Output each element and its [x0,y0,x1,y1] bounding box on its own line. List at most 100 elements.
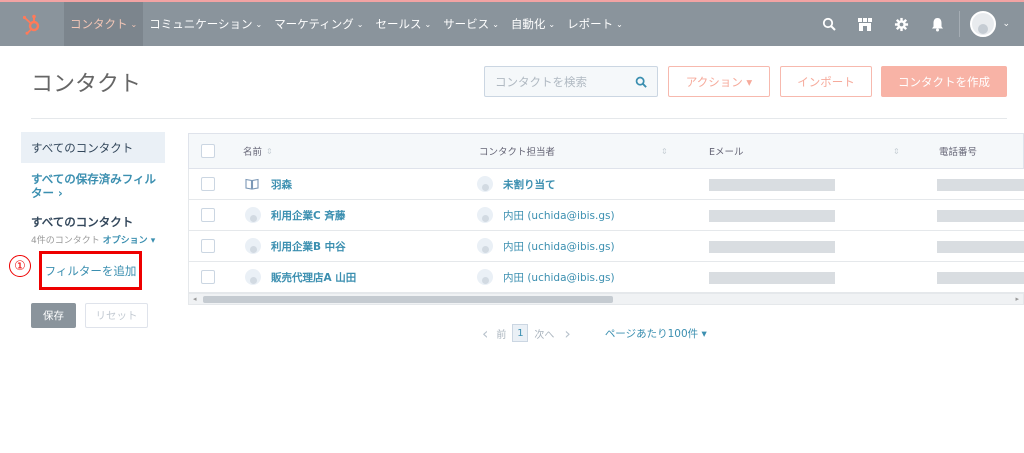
row-checkbox[interactable] [201,231,215,261]
current-page[interactable]: 1 [512,324,529,342]
checkbox-box [201,270,215,284]
nav-contacts[interactable]: コンタクト ⌄ [64,2,144,46]
prev-page-link[interactable]: 前 [496,326,506,341]
owner-link[interactable]: 未割り当て [503,177,556,192]
scroll-left-icon[interactable]: ◂ [193,294,197,305]
avatar-icon [245,238,261,254]
contact-count-row: 4件のコンタクト オプション ▾ [21,233,165,246]
owner-link[interactable]: 内田 (uchida@ibis.gs) [503,270,615,285]
chevron-down-icon: ⌄ [424,19,432,29]
sort-icon[interactable]: ⇕ [661,134,668,168]
contact-name-link[interactable]: 羽森 [271,177,292,192]
contact-name-link[interactable]: 販売代理店A 山田 [271,270,356,285]
redacted-phone [937,241,1024,253]
sort-icon[interactable]: ⇕ [893,134,900,168]
save-button[interactable]: 保存 [31,303,76,328]
contact-name-link[interactable]: 利用企業C 斉藤 [271,208,345,223]
add-filter-button[interactable]: フィルターを追加 [39,251,142,290]
contact-name-cell: 利用企業C 斉藤 [245,200,345,230]
row-checkbox[interactable] [201,262,215,292]
avatar-icon [245,207,261,223]
per-page-dropdown[interactable]: ページあたり100件 ▾ [605,326,707,341]
nav-label: サービス [443,17,490,31]
contact-name-cell: 利用企業B 中谷 [245,231,346,261]
table-row[interactable]: 利用企業B 中谷 内田 (uchida@ibis.gs) [188,231,1024,262]
hubspot-logo-icon[interactable] [0,2,64,46]
settings-icon[interactable] [883,2,919,46]
column-header-phone[interactable]: 電話番号 [939,134,977,168]
chevron-down-icon[interactable]: ⌄ [1002,19,1010,29]
contact-name-cell: 羽森 [245,169,292,199]
scrollbar-thumb[interactable] [203,296,613,303]
horizontal-scrollbar[interactable]: ◂ ▸ [188,293,1024,305]
sidebar-view-all-contacts[interactable]: すべてのコンタクト [21,132,165,163]
contact-owner-cell: 内田 (uchida@ibis.gs) [477,200,615,230]
table-header: 名前 ⇕ コンタクト担当者 ⇕ Eメール ⇕ 電話番号 [188,133,1024,169]
redacted-phone [937,210,1024,222]
search-icon [635,76,647,88]
options-dropdown[interactable]: オプション ▾ [103,236,156,246]
contact-owner-cell: 未割り当て [477,169,556,199]
table-row[interactable]: 販売代理店A 山田 内田 (uchida@ibis.gs) [188,262,1024,293]
nav-sales[interactable]: セールス ⌄ [369,2,437,46]
next-page-link[interactable]: 次へ [534,326,554,341]
nav-automation[interactable]: 自動化 ⌄ [505,2,561,46]
top-navbar: コンタクト ⌄ コミュニケーション ⌄ マーケティング ⌄ セールス ⌄ サービス ⌄ 自… [0,2,1024,46]
redacted-email [709,272,835,284]
contact-name-link[interactable]: 利用企業B 中谷 [271,239,346,254]
user-avatar[interactable] [970,11,997,37]
select-all-checkbox[interactable] [201,134,215,168]
row-checkbox[interactable] [201,169,215,199]
checkbox-box [201,239,215,253]
search-icon[interactable] [811,2,847,46]
row-checkbox[interactable] [201,200,215,230]
chevron-left-icon[interactable]: ‹ [482,324,488,343]
table-row[interactable]: 利用企業C 斉藤 内田 (uchida@ibis.gs) [188,200,1024,231]
filter-sidebar: すべてのコンタクト すべての保存済みフィルター › すべてのコンタクト 4件のコ… [21,132,165,246]
saved-filters-link[interactable]: すべての保存済みフィルター › [21,172,165,200]
redacted-phone [937,179,1024,191]
avatar-head-icon [978,24,989,34]
current-view-title: すべてのコンタクト [31,215,134,229]
nav-conversations[interactable]: コミュニケーション ⌄ [143,2,268,46]
notifications-icon[interactable] [919,2,955,46]
column-header-email[interactable]: Eメール [709,134,744,168]
avatar-icon [477,269,493,285]
avatar-icon [245,269,261,285]
scroll-right-icon[interactable]: ▸ [1015,294,1019,305]
marketplace-icon[interactable] [847,2,883,46]
owner-link[interactable]: 内田 (uchida@ibis.gs) [503,239,615,254]
checkbox-box [201,144,215,158]
import-button[interactable]: インポート [780,66,872,97]
create-contact-button[interactable]: コンタクトを作成 [881,66,1007,97]
search-placeholder: コンタクトを検索 [495,74,587,89]
chevron-right-icon[interactable]: › [564,324,570,343]
avatar-icon [477,176,493,192]
actions-dropdown-button[interactable]: アクション ▾ [668,66,770,97]
table-row[interactable]: 羽森 未割り当て [188,169,1024,200]
nav-label: セールス [375,17,422,31]
avatar-icon [477,238,493,254]
nav-label: レポート [567,17,614,31]
contact-search-input[interactable]: コンタクトを検索 [484,66,658,97]
column-header-name[interactable]: 名前 ⇕ [243,134,273,168]
pagination: ‹ 前 1 次へ › ページあたり100件 ▾ [482,322,707,344]
nav-reports[interactable]: レポート ⌄ [561,2,629,46]
avatar-icon [477,207,493,223]
chevron-down-icon: ⌄ [255,19,263,29]
annotation-number: ① [9,255,31,277]
contacts-table: 名前 ⇕ コンタクト担当者 ⇕ Eメール ⇕ 電話番号 羽森 未割り当て 利用企業… [188,133,1024,305]
owner-link[interactable]: 内田 (uchida@ibis.gs) [503,208,615,223]
nav-service[interactable]: サービス ⌄ [437,2,505,46]
reset-button[interactable]: リセット [85,303,148,328]
checkbox-box [201,208,215,222]
contact-owner-cell: 内田 (uchida@ibis.gs) [477,231,615,261]
nav-marketing[interactable]: マーケティング ⌄ [268,2,369,46]
redacted-phone [937,272,1024,284]
contact-owner-cell: 内田 (uchida@ibis.gs) [477,262,615,292]
nav-divider [959,11,961,37]
contact-count: 4件のコンタクト [31,236,100,246]
nav-label: マーケティング [274,17,354,31]
column-header-owner[interactable]: コンタクト担当者 [479,134,555,168]
column-label: Eメール [709,147,744,158]
